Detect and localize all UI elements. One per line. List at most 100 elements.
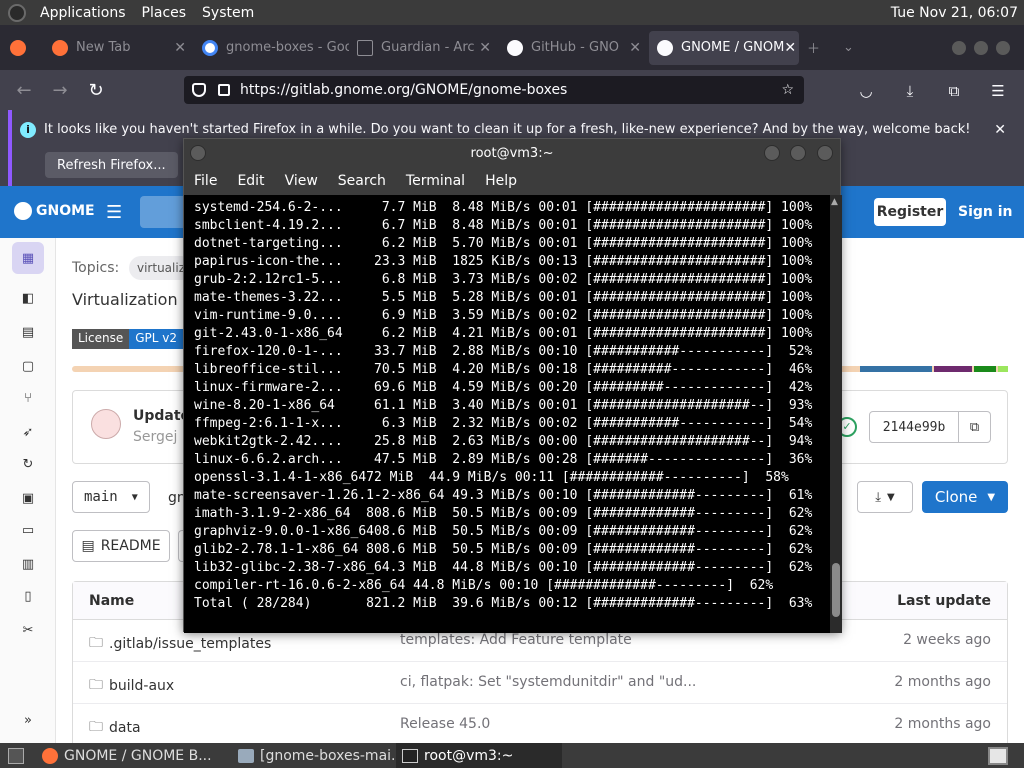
- expand-sidebar-icon[interactable]: »: [16, 708, 40, 732]
- reload-button[interactable]: ↻: [78, 75, 114, 105]
- pin-icon[interactable]: ◧: [16, 286, 40, 310]
- terminal-output[interactable]: systemd-254.6-2-... 7.7 MiB 8.48 MiB/s 0…: [184, 195, 830, 633]
- tab-github[interactable]: GitHub - GNO ✕: [499, 31, 649, 65]
- url-text[interactable]: https://gitlab.gnome.org/GNOME/gnome-box…: [240, 82, 567, 98]
- new-tab-button[interactable]: ＋: [799, 31, 835, 65]
- license-badge-label: License: [72, 329, 130, 349]
- branch-selector[interactable]: main ▼: [72, 481, 150, 513]
- menu-view[interactable]: View: [275, 173, 328, 189]
- panel-clock[interactable]: Tue Nov 21, 06:07: [891, 5, 1024, 21]
- register-button[interactable]: Register: [874, 198, 946, 226]
- terminal-scrollbar[interactable]: ▲: [830, 195, 842, 633]
- chevron-down-icon: ⌄: [843, 40, 854, 55]
- scroll-up-icon[interactable]: ▲: [831, 197, 838, 207]
- tab-gnome-boxes[interactable]: GNOME / GNOM ✕: [649, 30, 799, 65]
- snippets-icon[interactable]: ✂: [16, 618, 40, 642]
- project-icon[interactable]: ▦: [12, 242, 44, 274]
- chevron-down-icon: ▼: [131, 491, 138, 503]
- commit-author[interactable]: Sergej: [133, 429, 177, 445]
- applications-menu[interactable]: Applications: [32, 5, 134, 21]
- maximize-button[interactable]: [790, 145, 806, 161]
- window-menu-button[interactable]: [190, 145, 206, 161]
- readme-button[interactable]: ▤ README: [72, 530, 170, 562]
- terminal-line: webkit2gtk-2.42.... 25.8 MiB 2.63 MiB/s …: [194, 434, 813, 449]
- menu-terminal[interactable]: Terminal: [396, 173, 475, 189]
- gnome-logo[interactable]: GNOME: [14, 202, 95, 220]
- terminal-window: root@vm3:~ File Edit View Search Termina…: [183, 138, 842, 633]
- rocket-icon[interactable]: ➶: [16, 420, 40, 444]
- distro-logo-icon[interactable]: [8, 3, 26, 22]
- minimize-window-button[interactable]: [952, 40, 966, 55]
- copy-sha-button[interactable]: ⧉: [959, 411, 991, 443]
- close-tab-icon[interactable]: ✕: [174, 40, 186, 56]
- package-icon[interactable]: ▣: [16, 486, 40, 510]
- wiki-icon[interactable]: ▯: [16, 584, 40, 608]
- code-icon[interactable]: ▤: [16, 320, 40, 344]
- close-tab-icon[interactable]: ✕: [479, 40, 491, 56]
- bookmark-star-icon[interactable]: ☆: [781, 82, 794, 98]
- merge-request-icon[interactable]: ⑂: [16, 386, 40, 410]
- workspace-switcher[interactable]: [988, 746, 1008, 765]
- avatar[interactable]: [91, 409, 121, 439]
- terminal-line: linux-6.6.2.arch... 47.5 MiB 2.89 MiB/s …: [194, 452, 813, 467]
- system-menu[interactable]: System: [194, 5, 262, 21]
- menu-edit[interactable]: Edit: [227, 173, 274, 189]
- app-menu-button[interactable]: ☰: [980, 76, 1016, 106]
- extensions-button[interactable]: ⧉: [936, 76, 972, 106]
- close-tab-icon[interactable]: ✕: [784, 40, 796, 56]
- url-bar[interactable]: https://gitlab.gnome.org/GNOME/gnome-box…: [184, 76, 804, 104]
- gnome-foot-icon: [14, 202, 32, 220]
- folder-link[interactable]: 🗀 .gitlab/issue_templates: [89, 632, 271, 656]
- menu-file[interactable]: File: [184, 173, 227, 189]
- hamburger-menu-icon[interactable]: ☰: [106, 202, 122, 223]
- sign-in-link[interactable]: Sign in: [958, 204, 1013, 220]
- menu-search[interactable]: Search: [328, 173, 396, 189]
- commit-title[interactable]: Update: [133, 408, 190, 424]
- commit-message-link[interactable]: Release 45.0: [400, 716, 490, 732]
- downloads-button[interactable]: ⤓: [892, 76, 928, 106]
- close-tab-icon[interactable]: ✕: [629, 40, 641, 56]
- firefox-view-button[interactable]: [0, 31, 44, 65]
- language-segment: [860, 366, 932, 372]
- last-update-column-header: Last update: [897, 593, 991, 609]
- close-button[interactable]: [817, 145, 833, 161]
- folder-name: build-aux: [109, 678, 175, 694]
- info-icon: i: [20, 122, 36, 138]
- forward-button[interactable]: →: [42, 75, 78, 105]
- menu-help[interactable]: Help: [475, 173, 527, 189]
- commit-message-link[interactable]: templates: Add Feature template: [400, 632, 632, 648]
- tab-google-search[interactable]: gnome-boxes - Goo ✕: [194, 31, 349, 65]
- issues-icon[interactable]: ▢: [16, 354, 40, 378]
- analytics-icon[interactable]: ▥: [16, 552, 40, 576]
- pocket-button[interactable]: ◡: [848, 76, 884, 106]
- refresh-firefox-button[interactable]: Refresh Firefox...: [45, 152, 178, 178]
- folder-link[interactable]: 🗀 build-aux: [89, 674, 174, 698]
- minimize-button[interactable]: [764, 145, 780, 161]
- list-all-tabs-button[interactable]: ⌄: [835, 31, 865, 65]
- license-badge[interactable]: License GPL v2: [72, 329, 184, 349]
- monitor-icon[interactable]: ▭: [16, 518, 40, 542]
- scrollbar-thumb[interactable]: [832, 563, 840, 617]
- taskbar-item-gnome-boxes[interactable]: [gnome-boxes-mai...: [232, 743, 396, 768]
- shield-icon[interactable]: [192, 83, 206, 97]
- taskbar-item-firefox[interactable]: GNOME / GNOME B...: [36, 743, 232, 768]
- clone-button[interactable]: Clone ▼: [922, 481, 1008, 513]
- lock-icon[interactable]: [218, 84, 230, 96]
- back-button[interactable]: ←: [6, 75, 42, 105]
- taskbar-item-terminal[interactable]: root@vm3:~: [396, 743, 562, 768]
- terminal-titlebar[interactable]: root@vm3:~: [184, 139, 840, 167]
- commit-sha[interactable]: 2144e99b: [869, 411, 959, 443]
- show-desktop-button[interactable]: [8, 747, 24, 764]
- maximize-window-button[interactable]: [974, 40, 988, 55]
- commit-message-link[interactable]: ci, flatpak: Set "systemdunitdir" and "u…: [400, 674, 696, 690]
- places-menu[interactable]: Places: [134, 5, 195, 21]
- language-segment: [974, 366, 996, 372]
- close-window-button[interactable]: [996, 40, 1010, 55]
- browser-tab-bar: New Tab ✕ gnome-boxes - Goo ✕ Guardian -…: [0, 25, 1024, 70]
- folder-link[interactable]: 🗀 data: [89, 716, 141, 740]
- close-notification-icon[interactable]: ✕: [994, 122, 1006, 138]
- deploy-icon[interactable]: ↻: [16, 452, 40, 476]
- tab-guardian[interactable]: Guardian - Arc ✕: [349, 31, 499, 65]
- download-button[interactable]: ⤓ ▼: [857, 481, 913, 513]
- tab-new-tab[interactable]: New Tab ✕: [44, 31, 194, 65]
